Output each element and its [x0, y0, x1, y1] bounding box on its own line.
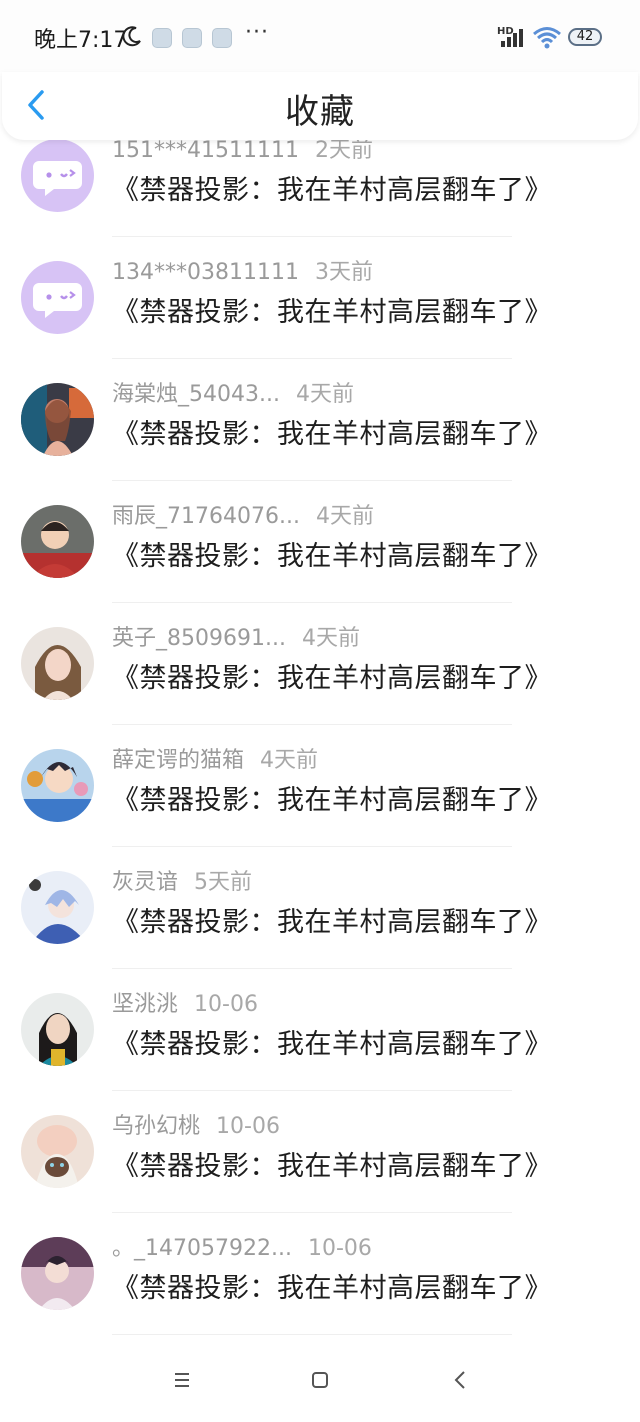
- status-bar: 晚上7:17 ··· HD 42: [0, 0, 640, 72]
- home-icon[interactable]: [300, 1360, 340, 1400]
- app-notification-icon: [182, 28, 202, 48]
- item-title[interactable]: 《禁器投影：我在羊村高层翻车了》: [112, 412, 552, 451]
- item-title[interactable]: 《禁器投影：我在羊村高层翻车了》: [112, 1266, 552, 1305]
- item-meta: 海棠烛_54043... 4天前: [112, 376, 354, 408]
- divider: [112, 724, 512, 725]
- username: 乌孙幻桃: [112, 1114, 201, 1139]
- page-title: 收藏: [285, 92, 355, 132]
- avatar[interactable]: [21, 505, 94, 578]
- timestamp: 2天前: [314, 140, 373, 163]
- avatar[interactable]: [21, 140, 94, 212]
- app-notification-icon: [212, 28, 232, 48]
- item-meta: 151***41511111 2天前: [112, 140, 373, 164]
- item-title[interactable]: 《禁器投影：我在羊村高层翻车了》: [112, 534, 552, 573]
- divider: [112, 358, 512, 359]
- divider: [112, 1212, 512, 1213]
- timestamp: 4天前: [260, 748, 319, 773]
- list-item[interactable]: 英子_8509691... 4天前《禁器投影：我在羊村高层翻车了》: [0, 620, 640, 742]
- item-title[interactable]: 《禁器投影：我在羊村高层翻车了》: [112, 168, 552, 207]
- username: 坚洮洮: [112, 992, 179, 1017]
- list-item[interactable]: 灰灵谙 5天前《禁器投影：我在羊村高层翻车了》: [0, 864, 640, 986]
- list-item[interactable]: 134***03811111 3天前《禁器投影：我在羊村高层翻车了》: [0, 254, 640, 376]
- divider: [112, 1334, 512, 1335]
- username: 。_147057922...: [112, 1236, 292, 1261]
- divider: [112, 480, 512, 481]
- more-notifications-icon: ···: [245, 20, 269, 45]
- list-item[interactable]: 海棠烛_54043... 4天前《禁器投影：我在羊村高层翻车了》: [0, 376, 640, 498]
- timestamp: 10-06: [194, 992, 258, 1017]
- item-title[interactable]: 《禁器投影：我在羊村高层翻车了》: [112, 1144, 552, 1183]
- avatar[interactable]: [21, 627, 94, 700]
- list-item[interactable]: 坚洮洮 10-06 《禁器投影：我在羊村高层翻车了》: [0, 986, 640, 1108]
- username: 海棠烛_54043...: [112, 382, 280, 407]
- avatar[interactable]: [21, 383, 94, 456]
- list-item[interactable]: 雨辰_71764076... 4天前《禁器投影：我在羊村高层翻车了》: [0, 498, 640, 620]
- timestamp: 4天前: [315, 504, 374, 529]
- timestamp: 3天前: [314, 260, 373, 285]
- list-item[interactable]: 薛定谔的猫箱 4天前《禁器投影：我在羊村高层翻车了》: [0, 742, 640, 864]
- list-item[interactable]: 乌孙幻桃 10-06 《禁器投影：我在羊村高层翻车了》: [0, 1108, 640, 1230]
- timestamp: 5天前: [194, 870, 253, 895]
- divider: [112, 236, 512, 237]
- timestamp: 10-06: [216, 1114, 280, 1139]
- item-meta: 雨辰_71764076... 4天前: [112, 498, 374, 530]
- item-title[interactable]: 《禁器投影：我在羊村高层翻车了》: [112, 656, 552, 695]
- username: 薛定谔的猫箱: [112, 748, 245, 773]
- item-meta: 坚洮洮 10-06: [112, 986, 258, 1018]
- username: 151***41511111: [112, 140, 299, 163]
- signal-icon: [501, 29, 523, 47]
- list-item[interactable]: 。_147057922... 10-06 《禁器投影：我在羊村高层翻车了》: [0, 1230, 640, 1338]
- avatar[interactable]: [21, 1115, 94, 1188]
- item-meta: 134***03811111 3天前: [112, 254, 373, 286]
- timestamp: 4天前: [295, 382, 354, 407]
- avatar[interactable]: [21, 1237, 94, 1310]
- item-meta: 灰灵谙 5天前: [112, 864, 252, 896]
- username: 灰灵谙: [112, 870, 179, 895]
- item-meta: 。_147057922... 10-06: [112, 1230, 372, 1262]
- list-item[interactable]: 151***41511111 2天前《禁器投影：我在羊村高层翻车了》: [0, 140, 640, 254]
- divider: [112, 602, 512, 603]
- item-title[interactable]: 《禁器投影：我在羊村高层翻车了》: [112, 290, 552, 329]
- avatar[interactable]: [21, 993, 94, 1066]
- username: 134***03811111: [112, 260, 299, 285]
- back-icon[interactable]: [440, 1360, 480, 1400]
- item-title[interactable]: 《禁器投影：我在羊村高层翻车了》: [112, 778, 552, 817]
- username: 雨辰_71764076...: [112, 504, 300, 529]
- status-time: 晚上7:17: [34, 28, 128, 53]
- avatar[interactable]: [21, 749, 94, 822]
- username: 英子_8509691...: [112, 626, 286, 651]
- divider: [112, 968, 512, 969]
- favorites-list: 151***41511111 2天前《禁器投影：我在羊村高层翻车了》 134***…: [0, 140, 640, 1338]
- item-meta: 乌孙幻桃 10-06: [112, 1108, 280, 1140]
- divider: [112, 1090, 512, 1091]
- divider: [112, 846, 512, 847]
- item-meta: 英子_8509691... 4天前: [112, 620, 360, 652]
- system-nav-bar: [0, 1340, 640, 1422]
- app-notification-icon: [152, 28, 172, 48]
- timestamp: 4天前: [301, 626, 360, 651]
- app-header: 收藏: [2, 72, 638, 140]
- timestamp: 10-06: [307, 1236, 372, 1261]
- item-title[interactable]: 《禁器投影：我在羊村高层翻车了》: [112, 1022, 552, 1061]
- item-title[interactable]: 《禁器投影：我在羊村高层翻车了》: [112, 900, 552, 939]
- item-meta: 薛定谔的猫箱 4天前: [112, 742, 318, 774]
- menu-icon[interactable]: [162, 1360, 202, 1400]
- moon-icon: [122, 26, 141, 47]
- wifi-icon: [533, 27, 561, 49]
- avatar[interactable]: [21, 261, 94, 334]
- avatar[interactable]: [21, 871, 94, 944]
- battery-indicator: 42: [568, 28, 602, 46]
